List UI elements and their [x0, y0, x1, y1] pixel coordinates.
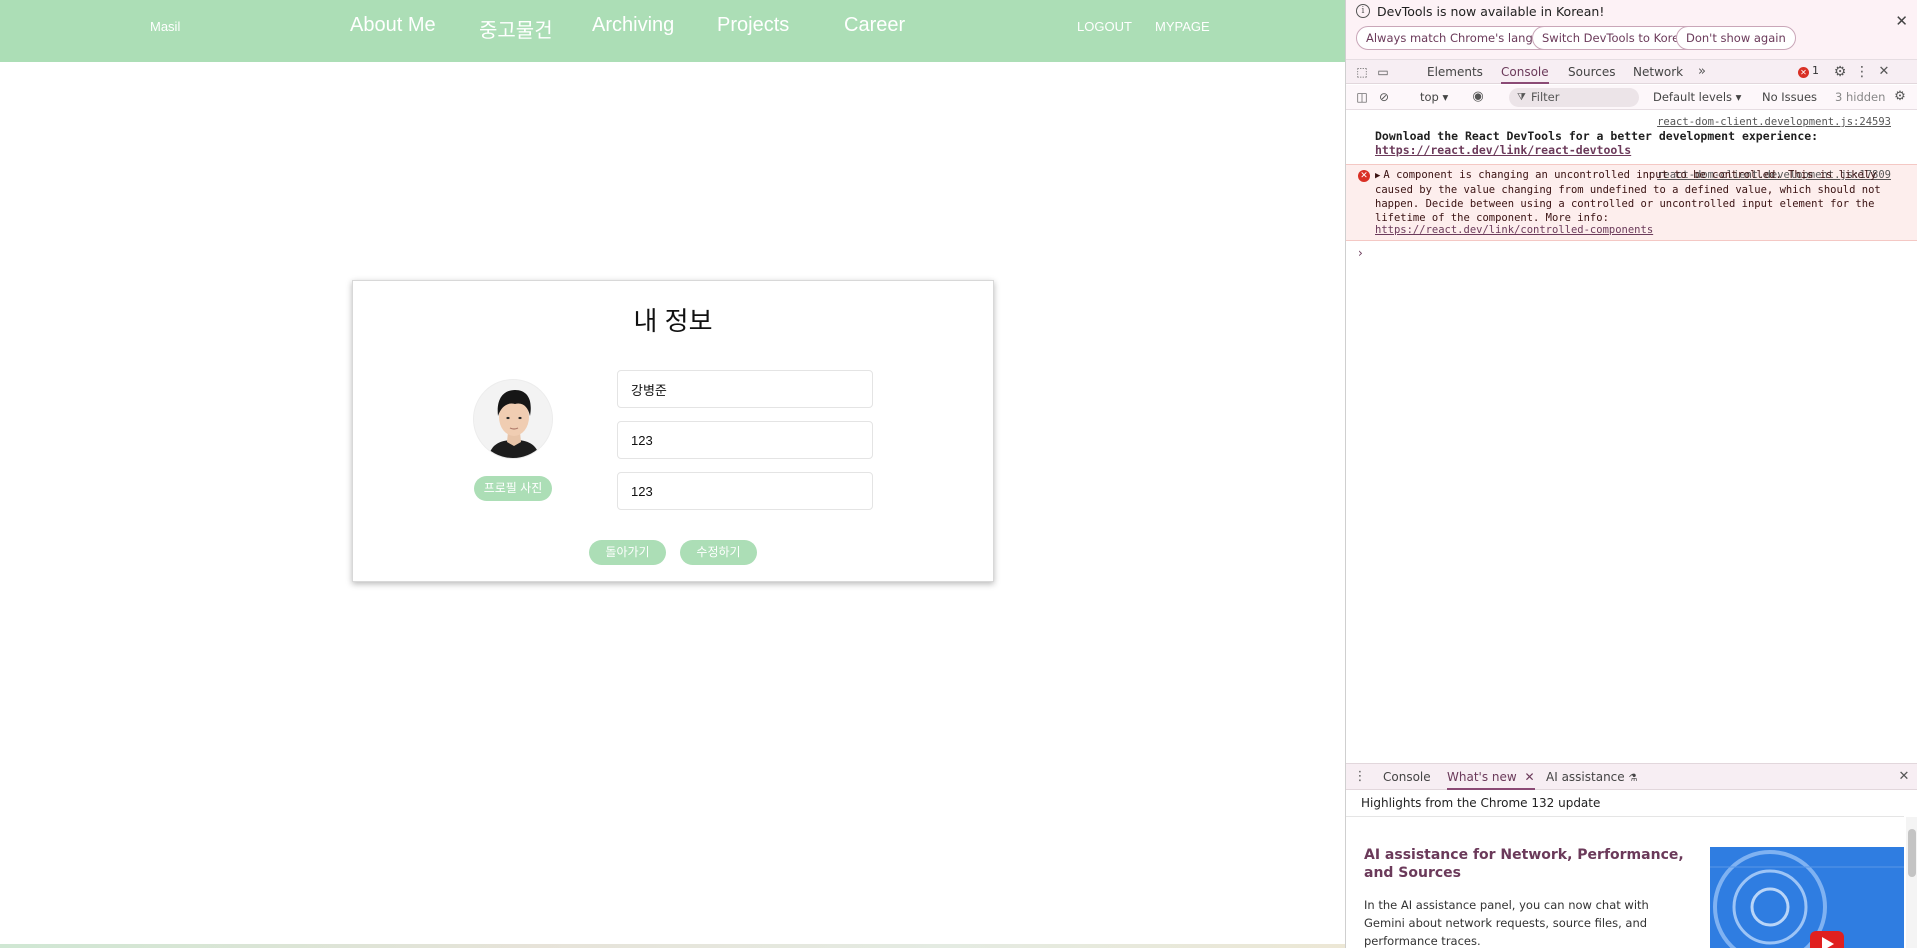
- tab-console[interactable]: Console: [1501, 60, 1549, 84]
- info-source-link[interactable]: react-dom-client.development.js:24593: [1657, 116, 1891, 128]
- info-field-3[interactable]: 123: [617, 472, 873, 510]
- feature-description: In the AI assistance panel, you can now …: [1364, 898, 1649, 948]
- console-settings-icon[interactable]: ⚙: [1892, 89, 1908, 105]
- profile-card: 내 정보 프로필 사진 강병준 123 123 돌아가기 수정하기: [352, 280, 994, 582]
- card-title: 내 정보: [633, 306, 713, 336]
- back-button[interactable]: 돌아가기: [589, 540, 666, 565]
- info-message-text: Download the React DevTools for a better…: [1375, 129, 1819, 143]
- inspect-element-icon[interactable]: ⬚: [1354, 64, 1370, 80]
- web-page: Masil About Me 중고물건 Archiving Projects C…: [0, 0, 1345, 948]
- avatar: [473, 379, 553, 459]
- error-count: 1: [1812, 64, 1819, 77]
- infobar-message: DevTools is now available in Korean!: [1377, 4, 1605, 19]
- error-count-badge[interactable]: ✕ 1: [1798, 64, 1819, 78]
- drawer-tab-ai-assistance[interactable]: AI assistance ⚗: [1546, 764, 1637, 790]
- eye-icon[interactable]: ◉: [1470, 89, 1486, 105]
- drawer-tabbar: ⋮ Console What's new ✕ AI assistance ⚗ ✕: [1346, 763, 1917, 790]
- avatar-photo: [474, 380, 552, 458]
- close-devtools-icon[interactable]: ✕: [1876, 64, 1892, 80]
- drawer-menu-icon[interactable]: ⋮: [1352, 769, 1368, 785]
- sidebar-toggle-icon[interactable]: ◫: [1354, 89, 1370, 105]
- clear-console-icon[interactable]: ⊘: [1376, 89, 1392, 105]
- error-icon: ✕: [1358, 170, 1370, 182]
- tab-elements[interactable]: Elements: [1427, 60, 1483, 84]
- filter-input[interactable]: ⧩ Filter: [1509, 88, 1639, 107]
- flask-icon: ⚗: [1628, 773, 1638, 784]
- device-toolbar-icon[interactable]: ▭: [1375, 64, 1391, 80]
- nav-projects[interactable]: Projects: [717, 14, 789, 37]
- error-message-body: A component is changing an uncontrolled …: [1375, 169, 1881, 224]
- scrollbar-thumb[interactable]: [1908, 829, 1916, 877]
- nav-used-goods[interactable]: 중고물건: [479, 14, 553, 43]
- controlled-components-link[interactable]: https://react.dev/link/controlled-compon…: [1375, 224, 1653, 236]
- issues-indicator[interactable]: No Issues: [1762, 90, 1817, 104]
- bottom-strip: [0, 944, 1345, 948]
- divider: [1346, 816, 1904, 817]
- close-icon[interactable]: ✕: [1895, 12, 1908, 30]
- console-toolbar: ◫ ⊘ top ▾ ◉ ⧩ Filter Default levels ▾ No …: [1346, 85, 1917, 110]
- drawer-tab-console[interactable]: Console: [1383, 764, 1431, 790]
- console-output: react-dom-client.development.js:24593 Do…: [1346, 111, 1917, 763]
- tab-network[interactable]: Network: [1633, 60, 1683, 84]
- filter-icon: ⧩: [1517, 92, 1526, 103]
- console-prompt-icon[interactable]: ›: [1358, 246, 1363, 260]
- info-field-2[interactable]: 123: [617, 421, 873, 459]
- devtools-panel: i DevTools is now available in Korean! ✕…: [1345, 0, 1917, 948]
- error-icon: ✕: [1798, 67, 1809, 78]
- console-error-message: ✕ react-dom-client.development.js:17809 …: [1346, 164, 1917, 241]
- settings-gear-icon[interactable]: ⚙: [1832, 64, 1848, 80]
- close-drawer-icon[interactable]: ✕: [1896, 769, 1912, 785]
- screen: Masil About Me 중고물건 Archiving Projects C…: [0, 0, 1917, 948]
- hidden-count: 3 hidden: [1835, 90, 1886, 104]
- whats-new-label: What's new: [1447, 770, 1517, 784]
- log-levels-dropdown[interactable]: Default levels ▾: [1653, 90, 1741, 104]
- top-navbar: Masil About Me 중고물건 Archiving Projects C…: [0, 0, 1345, 62]
- close-tab-icon[interactable]: ✕: [1525, 770, 1535, 784]
- drawer-tab-whats-new[interactable]: What's new ✕: [1447, 764, 1535, 790]
- filter-placeholder: Filter: [1531, 90, 1560, 104]
- context-selector[interactable]: top ▾: [1420, 90, 1448, 104]
- nav-about-me[interactable]: About Me: [350, 14, 436, 37]
- edit-button[interactable]: 수정하기: [680, 540, 757, 565]
- more-options-icon[interactable]: ⋮: [1854, 64, 1870, 80]
- nav-career[interactable]: Career: [844, 14, 905, 37]
- devtools-tabbar: ⬚ ▭ Elements Console Sources Network » ✕…: [1346, 60, 1917, 84]
- video-thumbnail[interactable]: [1710, 847, 1904, 948]
- error-message-text[interactable]: ▶ A component is changing an uncontrolled…: [1375, 168, 1895, 225]
- react-devtools-link[interactable]: https://react.dev/link/react-devtools: [1375, 143, 1631, 157]
- whats-new-panel: Highlights from the Chrome 132 update AI…: [1346, 791, 1917, 948]
- logout-link[interactable]: LOGOUT: [1077, 19, 1132, 34]
- language-infobar: i DevTools is now available in Korean! ✕…: [1346, 0, 1917, 60]
- console-info-message: react-dom-client.development.js:24593 Do…: [1346, 111, 1917, 163]
- brand-logo[interactable]: Masil: [150, 19, 180, 34]
- thumbnail-graphic: [1710, 847, 1904, 948]
- ai-assistance-label: AI assistance: [1546, 770, 1625, 784]
- expand-arrow-icon[interactable]: ▶: [1375, 171, 1380, 181]
- dont-show-again-button[interactable]: Don't show again: [1676, 26, 1796, 50]
- log-levels-label: Default levels: [1653, 90, 1733, 104]
- mypage-link[interactable]: MYPAGE: [1155, 19, 1210, 34]
- context-label: top: [1420, 90, 1439, 104]
- nav-archiving[interactable]: Archiving: [592, 14, 674, 37]
- info-icon: i: [1356, 4, 1370, 18]
- name-field[interactable]: 강병준: [617, 370, 873, 408]
- profile-photo-button[interactable]: 프로필 사진: [474, 476, 552, 501]
- feature-title-link[interactable]: AI assistance for Network, Performance, …: [1364, 846, 1684, 882]
- tab-sources[interactable]: Sources: [1568, 60, 1615, 84]
- more-tabs-icon[interactable]: »: [1694, 64, 1710, 80]
- highlights-heading: Highlights from the Chrome 132 update: [1361, 796, 1601, 810]
